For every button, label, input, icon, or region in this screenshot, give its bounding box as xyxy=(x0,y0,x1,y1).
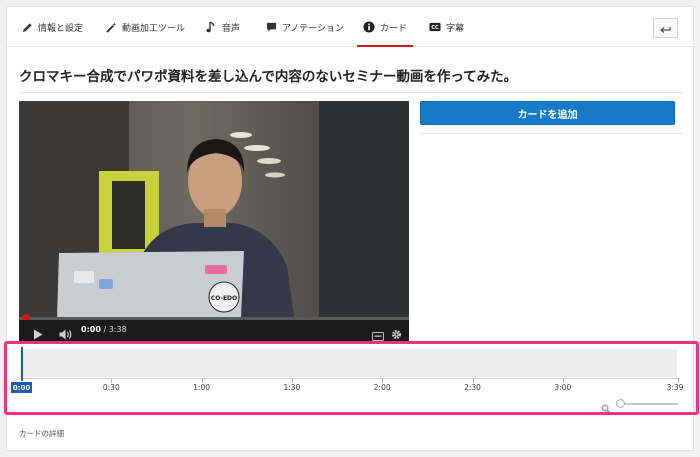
info-icon xyxy=(363,21,375,33)
tab-label: 動画加工ツール xyxy=(122,23,186,34)
video-title: クロマキー合成でパワポ資料を差し込んで内容のないセミナー動画を作ってみた。 xyxy=(19,69,518,85)
tab-info-settings[interactable]: 情報と設定 xyxy=(21,7,83,47)
magic-wand-icon xyxy=(105,21,117,33)
tab-label: カード xyxy=(380,23,408,34)
volume-icon[interactable] xyxy=(59,325,73,341)
speech-bubble-icon xyxy=(265,21,277,33)
add-card-button[interactable]: カードを追加 xyxy=(420,101,675,125)
tab-label: 字幕 xyxy=(446,23,465,34)
video-frame: CO-EDO xyxy=(19,101,409,317)
divider xyxy=(420,133,683,134)
timeline-highlight-frame xyxy=(4,341,699,415)
tab-label: アノテーション xyxy=(282,23,345,34)
tab-audio[interactable]: 音声 xyxy=(205,7,240,47)
back-arrow-icon xyxy=(659,19,671,38)
tab-subtitles[interactable]: CC 字幕 xyxy=(429,7,464,47)
svg-text:CC: CC xyxy=(431,25,439,31)
tab-enhancements[interactable]: 動画加工ツール xyxy=(105,7,185,47)
tab-annotations[interactable]: アノテーション xyxy=(265,7,344,47)
card-editor-window: 情報と設定 動画加工ツール 音声 アノテーション カード CC 字幕 クロマキー… xyxy=(4,6,699,451)
player-controls: 0:00 / 3:38 xyxy=(19,320,409,341)
pencil-icon xyxy=(21,21,33,33)
card-details-label: カードの詳細 xyxy=(19,429,64,438)
tab-label: 情報と設定 xyxy=(38,23,84,34)
subtitles-icon[interactable] xyxy=(372,326,384,341)
gear-icon[interactable] xyxy=(391,325,402,341)
duration: 3:38 xyxy=(108,325,127,334)
laptop-sticker-text: CO-EDO xyxy=(211,295,237,302)
music-note-icon xyxy=(205,21,217,33)
back-button[interactable] xyxy=(653,18,678,38)
video-player[interactable]: CO-EDO 0:00 / 3:38 xyxy=(19,101,409,341)
time-display: 0:00 / 3:38 xyxy=(81,325,127,334)
tab-cards[interactable]: カード xyxy=(356,7,414,47)
cc-icon: CC xyxy=(429,21,441,33)
tab-label: 音声 xyxy=(222,23,241,34)
current-time: 0:00 xyxy=(81,325,101,334)
play-icon[interactable] xyxy=(33,325,43,341)
tab-bar: 情報と設定 動画加工ツール 音声 アノテーション カード CC 字幕 xyxy=(7,7,695,47)
divider xyxy=(19,92,683,93)
